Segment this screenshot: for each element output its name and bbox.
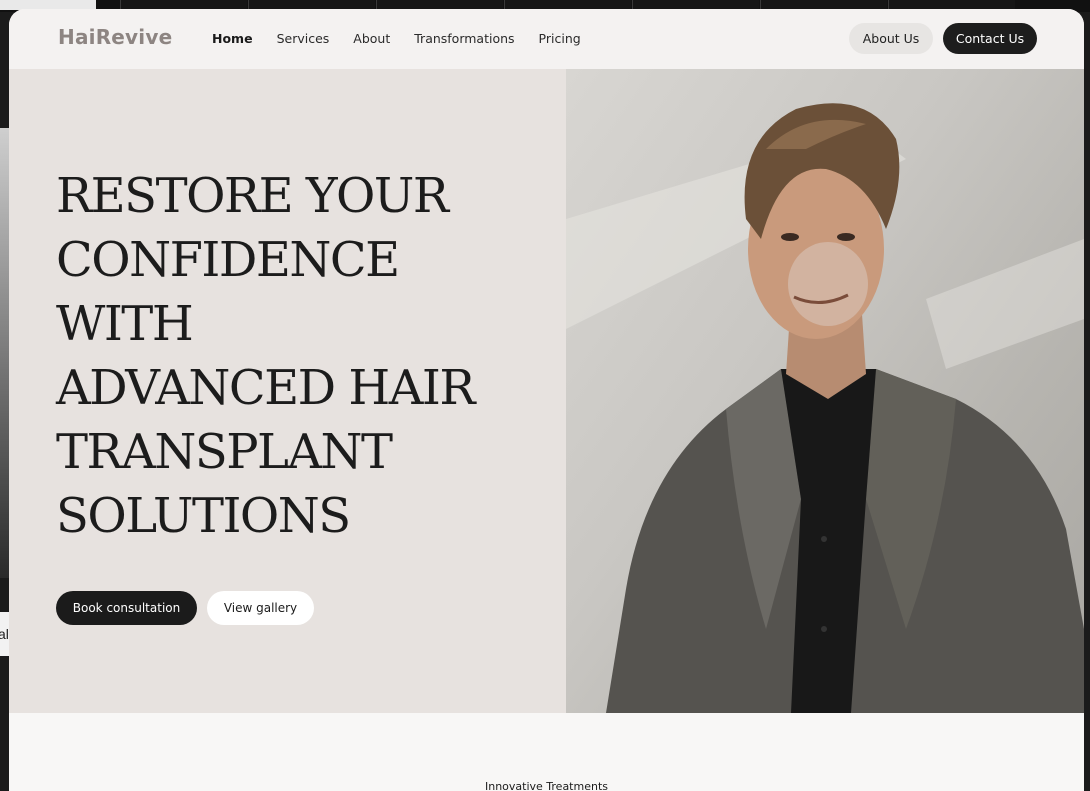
nav-link-transformations[interactable]: Transformations <box>414 31 514 46</box>
section-label: Innovative Treatments <box>484 780 608 791</box>
nav-link-pricing[interactable]: Pricing <box>539 31 581 46</box>
hero-title-line: CONFIDENCE <box>56 232 400 288</box>
view-gallery-button[interactable]: View gallery <box>207 591 314 625</box>
hero-title-line: RESTORE YOUR <box>56 168 449 224</box>
nav-link-services[interactable]: Services <box>277 31 330 46</box>
about-us-button[interactable]: About Us <box>849 23 933 54</box>
hero-title-line: WITH <box>56 296 194 352</box>
top-navigation: HaiRevive Home Services About Transforma… <box>9 9 1084 69</box>
hero-portrait-image <box>566 69 1084 713</box>
hero-text-panel: RESTORE YOUR CONFIDENCE WITH ADVANCED HA… <box>9 69 566 713</box>
book-consultation-button[interactable]: Book consultation <box>56 591 197 625</box>
portrait-illustration <box>566 103 1084 713</box>
next-section: Innovative Treatments <box>9 713 1084 791</box>
hero-title-line: ADVANCED HAIR <box>56 360 476 416</box>
nav-links: Home Services About Transformations Pric… <box>212 31 605 46</box>
contact-us-button[interactable]: Contact Us <box>943 23 1037 54</box>
hero-title-line: TRANSPLANT <box>56 424 393 480</box>
website-card: HaiRevive Home Services About Transforma… <box>9 9 1084 791</box>
nav-link-home[interactable]: Home <box>212 31 253 46</box>
brand-logo[interactable]: HaiRevive <box>58 25 172 49</box>
nav-link-about[interactable]: About <box>353 31 390 46</box>
hero-title: RESTORE YOUR CONFIDENCE WITH ADVANCED HA… <box>56 164 556 548</box>
hero-title-line: SOLUTIONS <box>56 488 351 544</box>
